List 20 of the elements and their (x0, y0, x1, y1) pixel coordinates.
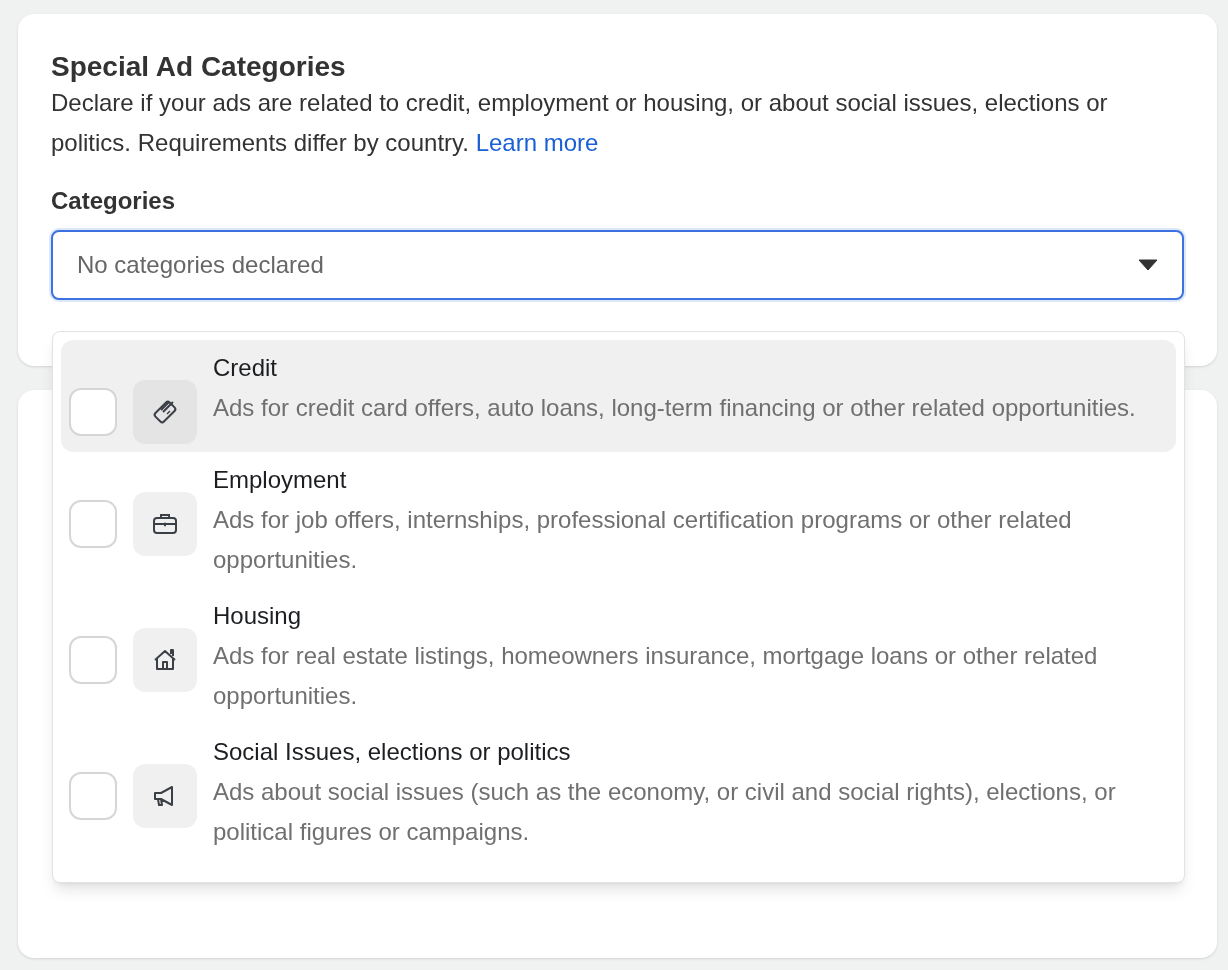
category-option[interactable]: Credit Ads for credit card offers, auto loans, long-term financing or other related opportunities. (61, 340, 1176, 452)
learn-more-link[interactable]: Learn more (475, 129, 599, 156)
section-title: Special Ad Categories (51, 50, 347, 84)
checkbox[interactable] (69, 500, 117, 548)
option-description: Ads for credit card offers, auto loans, long-term financing or other related opportunities. (213, 393, 1137, 423)
dropdown-placeholder: No categories declared (77, 250, 324, 280)
categories-dropdown[interactable]: No categories declared (51, 230, 1184, 300)
checkbox[interactable] (69, 636, 117, 684)
checkbox[interactable] (69, 772, 117, 820)
caret-icon (1138, 259, 1158, 271)
field-label: Categories (51, 186, 177, 216)
checkbox[interactable] (69, 388, 117, 436)
option-title: Employment (213, 465, 348, 495)
section-description: Declare if your ads are related to credit, employment or housing, or about social issues, elections or politics. Requirements differ by country. Learn more (51, 88, 1109, 158)
option-title: Social Issues, elections or politics (213, 737, 572, 767)
option-description: Ads about social issues (such as the economy, or civil and social rights), elections, or political figures or campaigns. (213, 777, 1117, 847)
option-title: Housing (213, 601, 303, 631)
option-title: Credit (213, 353, 279, 383)
option-description: Ads for job offers, internships, professional certification programs or other related opportunities. (213, 505, 1073, 575)
option-description: Ads for real estate listings, homeowners insurance, mortgage loans or other related opportunities. (213, 641, 1099, 711)
